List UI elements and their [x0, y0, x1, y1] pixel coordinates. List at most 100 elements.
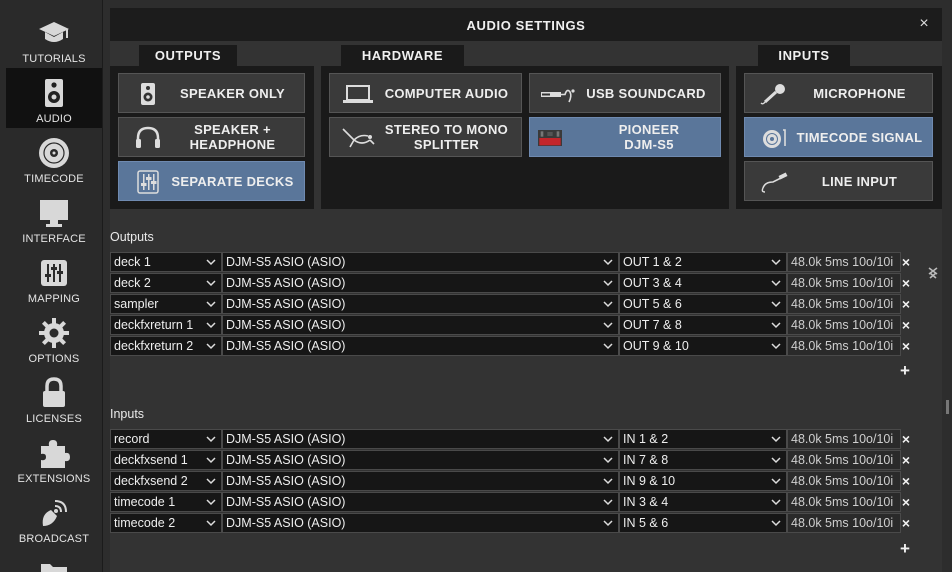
- sidebar-item-extensions[interactable]: EXTENSIONS: [6, 428, 102, 488]
- speaker-icon: [141, 83, 155, 105]
- port-select[interactable]: IN 3 & 4: [619, 492, 787, 512]
- table-row: deck 1 DJM-S5 ASIO (ASIO) OUT 1 & 2 48.0k 5…: [110, 252, 910, 272]
- remove-row-button[interactable]: ×: [899, 294, 913, 314]
- sidebar-item-label: AUDIO: [36, 113, 72, 125]
- monitor-icon: [40, 200, 68, 227]
- channel-select[interactable]: deckfxsend 2: [110, 471, 222, 491]
- stereo-to-mono-splitter-button[interactable]: STEREO TO MONO SPLITTER: [329, 117, 522, 157]
- channel-select-value: deckfxsend 1: [114, 453, 188, 467]
- port-select[interactable]: OUT 3 & 4: [619, 273, 787, 293]
- inputs-table: record DJM-S5 ASIO (ASIO) IN 1 & 2 48.0k 5m…: [110, 429, 930, 534]
- device-select-value: DJM-S5 ASIO (ASIO): [226, 255, 346, 269]
- add-output-button[interactable]: +: [898, 362, 912, 379]
- add-input-button[interactable]: +: [898, 540, 912, 557]
- channel-select[interactable]: deckfxreturn 1: [110, 315, 222, 335]
- device-select[interactable]: DJM-S5 ASIO (ASIO): [222, 252, 619, 272]
- device-select-value: DJM-S5 ASIO (ASIO): [226, 276, 346, 290]
- sidebar-item-timecode[interactable]: TIMECODE: [6, 128, 102, 188]
- device-info: 48.0k 5ms 10o/10i: [787, 294, 901, 314]
- remove-row-button[interactable]: ×: [899, 273, 913, 293]
- timecode-signal-button[interactable]: TIMECODE SIGNAL: [744, 117, 933, 157]
- channel-select[interactable]: record: [110, 429, 222, 449]
- laptop-icon: [343, 85, 373, 103]
- remove-row-button[interactable]: ×: [899, 450, 913, 470]
- channel-select[interactable]: deck 2: [110, 273, 222, 293]
- sidebar: TUTORIALS AUDIO TIMECODE INTERFACE MAPPI…: [0, 0, 103, 572]
- chevron-down-icon: [771, 301, 781, 308]
- remove-row-button[interactable]: ×: [899, 471, 913, 491]
- sidebar-item-mapping[interactable]: MAPPING: [6, 248, 102, 308]
- speaker-headphone-button[interactable]: SPEAKER + HEADPHONE: [118, 117, 305, 157]
- close-button[interactable]: ×: [914, 14, 934, 34]
- line-cable-icon: [761, 172, 788, 193]
- port-select[interactable]: IN 9 & 10: [619, 471, 787, 491]
- lock-icon: [43, 377, 65, 407]
- speaker-only-button[interactable]: SPEAKER ONLY: [118, 73, 305, 113]
- port-select[interactable]: OUT 1 & 2: [619, 252, 787, 272]
- usb-soundcard-button[interactable]: USB SOUNDCARD: [529, 73, 721, 113]
- device-info-value: 48.0k 5ms 10o/10i: [791, 516, 894, 530]
- channel-select[interactable]: deckfxreturn 2: [110, 336, 222, 356]
- remove-row-button[interactable]: ×: [899, 315, 913, 335]
- sidebar-item-audio[interactable]: AUDIO: [6, 68, 102, 128]
- chevron-down-icon: [603, 343, 613, 350]
- device-select[interactable]: DJM-S5 ASIO (ASIO): [222, 273, 619, 293]
- device-select[interactable]: DJM-S5 ASIO (ASIO): [222, 492, 619, 512]
- port-select[interactable]: IN 1 & 2: [619, 429, 787, 449]
- port-select[interactable]: OUT 7 & 8: [619, 315, 787, 335]
- reorder-icon[interactable]: [927, 266, 939, 280]
- port-select[interactable]: OUT 5 & 6: [619, 294, 787, 314]
- chevron-down-icon: [206, 499, 216, 506]
- channel-select[interactable]: deckfxsend 1: [110, 450, 222, 470]
- port-select-value: IN 1 & 2: [623, 432, 669, 446]
- port-select[interactable]: IN 7 & 8: [619, 450, 787, 470]
- sidebar-item-tutorials[interactable]: TUTORIALS: [6, 8, 102, 68]
- device-info-value: 48.0k 5ms 10o/10i: [791, 297, 894, 311]
- sidebar-item-label: BROADCAST: [18, 533, 90, 545]
- remove-row-button[interactable]: ×: [899, 252, 913, 272]
- port-select[interactable]: IN 5 & 6: [619, 513, 787, 533]
- device-select[interactable]: DJM-S5 ASIO (ASIO): [222, 513, 619, 533]
- chevron-down-icon: [603, 436, 613, 443]
- button-label: STEREO TO MONO SPLITTER: [384, 122, 509, 152]
- remove-row-button[interactable]: ×: [899, 429, 913, 449]
- button-label: LINE INPUT: [821, 173, 898, 189]
- sidebar-item-interface[interactable]: INTERFACE: [6, 188, 102, 248]
- sidebar-item-folder[interactable]: [6, 548, 102, 572]
- device-select[interactable]: DJM-S5 ASIO (ASIO): [222, 471, 619, 491]
- chevron-down-icon: [603, 478, 613, 485]
- device-info-value: 48.0k 5ms 10o/10i: [791, 276, 894, 290]
- remove-row-button[interactable]: ×: [899, 492, 913, 512]
- usb-soundcard-icon: [541, 89, 575, 103]
- line-input-button[interactable]: LINE INPUT: [744, 161, 933, 201]
- sidebar-item-label: INTERFACE: [22, 233, 86, 245]
- remove-row-button[interactable]: ×: [899, 513, 913, 533]
- channel-select[interactable]: sampler: [110, 294, 222, 314]
- sliders-icon: [41, 260, 67, 286]
- channel-select-value: timecode 2: [114, 516, 176, 530]
- microphone-button[interactable]: MICROPHONE: [744, 73, 933, 113]
- sidebar-item-licenses[interactable]: LICENSES: [6, 368, 102, 428]
- device-select[interactable]: DJM-S5 ASIO (ASIO): [222, 429, 619, 449]
- device-info-value: 48.0k 5ms 10o/10i: [791, 339, 894, 353]
- port-select[interactable]: OUT 9 & 10: [619, 336, 787, 356]
- device-select[interactable]: DJM-S5 ASIO (ASIO): [222, 315, 619, 335]
- outputs-table: deck 1 DJM-S5 ASIO (ASIO) OUT 1 & 2 48.0k 5…: [110, 252, 930, 357]
- device-select[interactable]: DJM-S5 ASIO (ASIO): [222, 450, 619, 470]
- sidebar-item-options[interactable]: OPTIONS: [6, 308, 102, 368]
- chevron-down-icon: [771, 322, 781, 329]
- remove-row-button[interactable]: ×: [899, 336, 913, 356]
- port-select-value: OUT 9 & 10: [623, 339, 689, 353]
- device-info: 48.0k 5ms 10o/10i: [787, 252, 901, 272]
- device-select[interactable]: DJM-S5 ASIO (ASIO): [222, 336, 619, 356]
- separate-decks-button[interactable]: SEPARATE DECKS: [118, 161, 305, 201]
- channel-select[interactable]: timecode 2: [110, 513, 222, 533]
- sidebar-item-broadcast[interactable]: BROADCAST: [6, 488, 102, 548]
- port-select-value: OUT 5 & 6: [623, 297, 682, 311]
- computer-audio-button[interactable]: COMPUTER AUDIO: [329, 73, 522, 113]
- device-select[interactable]: DJM-S5 ASIO (ASIO): [222, 294, 619, 314]
- channel-select[interactable]: deck 1: [110, 252, 222, 272]
- channel-select[interactable]: timecode 1: [110, 492, 222, 512]
- button-label: SPEAKER ONLY: [180, 85, 285, 101]
- pioneer-djm-s5-button[interactable]: PIONEER DJM-S5: [529, 117, 721, 157]
